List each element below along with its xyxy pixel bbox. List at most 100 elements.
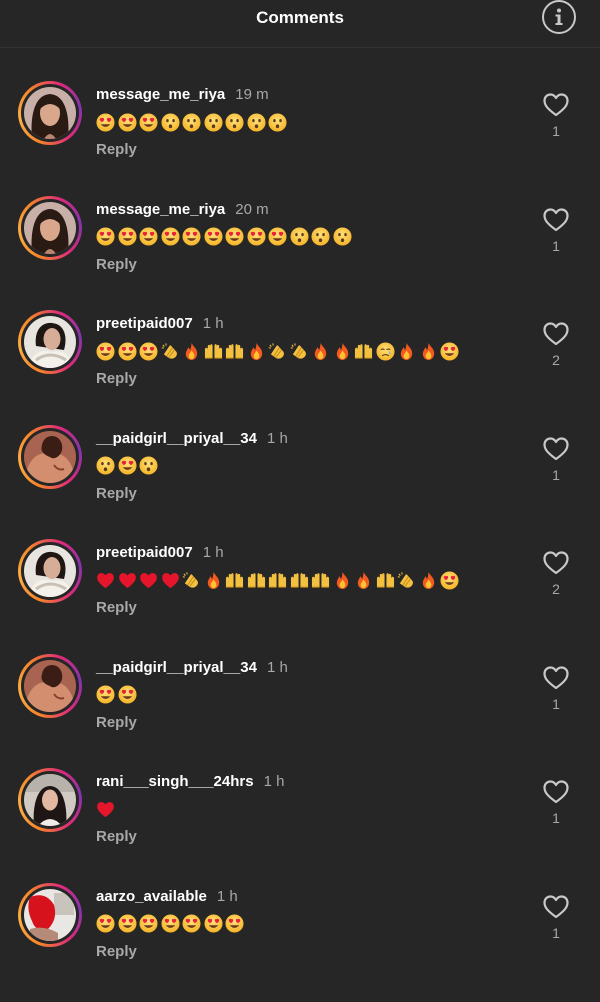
comment-meta: aarzo_available 1 h xyxy=(96,888,238,905)
heart-icon[interactable] xyxy=(543,665,569,690)
username-link[interactable]: __paidgirl__priyal__34 xyxy=(96,430,257,447)
like-count: 1 xyxy=(552,466,560,483)
avatar-image xyxy=(24,430,76,483)
username-link[interactable]: message_me_riya xyxy=(96,86,225,103)
astonished-icon xyxy=(160,112,180,132)
heart-icon[interactable] xyxy=(543,894,569,919)
heart-eyes-icon xyxy=(96,341,115,361)
raised-hands-icon xyxy=(290,571,309,590)
comment-time: 19 m xyxy=(235,86,269,103)
like-count: 1 xyxy=(552,237,560,254)
raised-hands-icon xyxy=(225,342,244,361)
avatar[interactable] xyxy=(18,81,82,145)
raised-hands-icon xyxy=(268,571,287,590)
comment-meta: __paidgirl__priyal__34 1 h xyxy=(96,430,288,447)
fire-icon xyxy=(419,571,438,590)
heart-eyes-icon xyxy=(117,914,137,933)
reply-button[interactable]: Reply xyxy=(96,370,137,387)
avatar[interactable] xyxy=(18,882,82,947)
avatar[interactable] xyxy=(18,195,82,260)
comment-text xyxy=(96,455,161,477)
fire-icon xyxy=(311,342,330,361)
avatar[interactable] xyxy=(18,768,82,832)
astonished-icon xyxy=(246,112,266,132)
fire-icon xyxy=(333,342,352,361)
raised-hands-icon xyxy=(311,571,330,590)
raised-hands-icon xyxy=(376,571,395,590)
red-heart-icon xyxy=(96,571,115,590)
clap-icon xyxy=(161,342,180,361)
reply-button[interactable]: Reply xyxy=(96,599,137,616)
red-heart-icon xyxy=(118,571,137,590)
avatar[interactable] xyxy=(18,653,82,718)
username-link[interactable]: aarzo_available xyxy=(96,888,207,905)
comment-time: 1 h xyxy=(263,773,285,790)
raised-hands-icon xyxy=(204,342,223,361)
heart-eyes-icon xyxy=(96,914,115,933)
heart-eyes-icon xyxy=(225,914,244,933)
heart-eyes-icon xyxy=(117,112,137,132)
clap-icon xyxy=(290,342,309,361)
like-count: 2 xyxy=(552,352,560,368)
reply-button[interactable]: Reply xyxy=(96,714,137,731)
reply-button[interactable]: Reply xyxy=(96,485,137,502)
comment-time: 1 h xyxy=(216,887,238,905)
info-icon[interactable] xyxy=(542,0,576,34)
fire-icon xyxy=(419,342,438,361)
avatar-image xyxy=(24,659,76,712)
comment-meta: message_me_riya 20 m xyxy=(96,201,269,218)
reply-button[interactable]: Reply xyxy=(96,943,137,960)
heart-eyes-icon xyxy=(225,227,244,246)
comment-text xyxy=(96,569,462,591)
heart-icon[interactable] xyxy=(543,207,569,232)
avatar[interactable] xyxy=(18,424,82,489)
avatar-image xyxy=(24,888,76,941)
comment-row: aarzo_available 1 h Reply 1 xyxy=(0,882,600,995)
username-link[interactable]: preetipaid007 xyxy=(96,544,193,561)
comment-meta: preetipaid007 1 h xyxy=(96,315,224,332)
heart-eyes-icon xyxy=(160,914,180,933)
username-link[interactable]: __paidgirl__priyal__34 xyxy=(96,659,257,676)
astonished-icon xyxy=(182,112,201,132)
heart-eyes-icon xyxy=(117,685,137,704)
reply-button[interactable]: Reply xyxy=(96,141,137,158)
avatar[interactable] xyxy=(18,310,82,374)
red-heart-icon xyxy=(96,800,115,819)
raised-hands-icon xyxy=(225,571,244,590)
heart-icon[interactable] xyxy=(543,436,569,461)
astonished-icon xyxy=(311,227,330,246)
heart-eyes-icon xyxy=(96,112,115,132)
comment-meta: preetipaid007 1 h xyxy=(96,544,224,561)
comment-row: message_me_riya 19 m Reply 1 xyxy=(0,81,600,193)
heart-eyes-icon xyxy=(139,341,158,361)
avatar-image xyxy=(24,545,76,597)
heart-eyes-icon xyxy=(96,227,115,246)
heart-eyes-icon xyxy=(139,112,158,132)
heart-icon[interactable] xyxy=(543,551,569,575)
username-link[interactable]: preetipaid007 xyxy=(96,315,193,332)
astonished-icon xyxy=(332,227,352,246)
avatar[interactable] xyxy=(18,539,82,603)
astonished-icon xyxy=(225,112,244,132)
comment-row: __paidgirl__priyal__34 1 h Reply 1 xyxy=(0,424,600,537)
astonished-icon xyxy=(96,456,115,475)
reply-button[interactable]: Reply xyxy=(96,256,137,273)
fire-icon xyxy=(247,342,266,361)
fire-icon xyxy=(204,571,223,590)
username-link[interactable]: message_me_riya xyxy=(96,201,225,218)
comments-header: Comments xyxy=(0,0,600,48)
fire-icon xyxy=(354,571,373,590)
heart-icon[interactable] xyxy=(543,93,569,117)
comment-row: message_me_riya 20 m Reply 1 xyxy=(0,195,600,308)
heart-eyes-icon xyxy=(96,685,115,704)
heart-eyes-icon xyxy=(139,227,158,246)
heart-eyes-icon xyxy=(117,456,137,475)
heart-icon[interactable] xyxy=(543,322,569,346)
heart-icon[interactable] xyxy=(543,780,569,804)
comment-text xyxy=(96,798,118,820)
username-link[interactable]: rani___singh___24hrs xyxy=(96,773,254,790)
reply-button[interactable]: Reply xyxy=(96,828,137,845)
comment-time: 1 h xyxy=(202,315,224,332)
clap-icon xyxy=(397,571,416,590)
astonished-icon xyxy=(289,227,309,246)
